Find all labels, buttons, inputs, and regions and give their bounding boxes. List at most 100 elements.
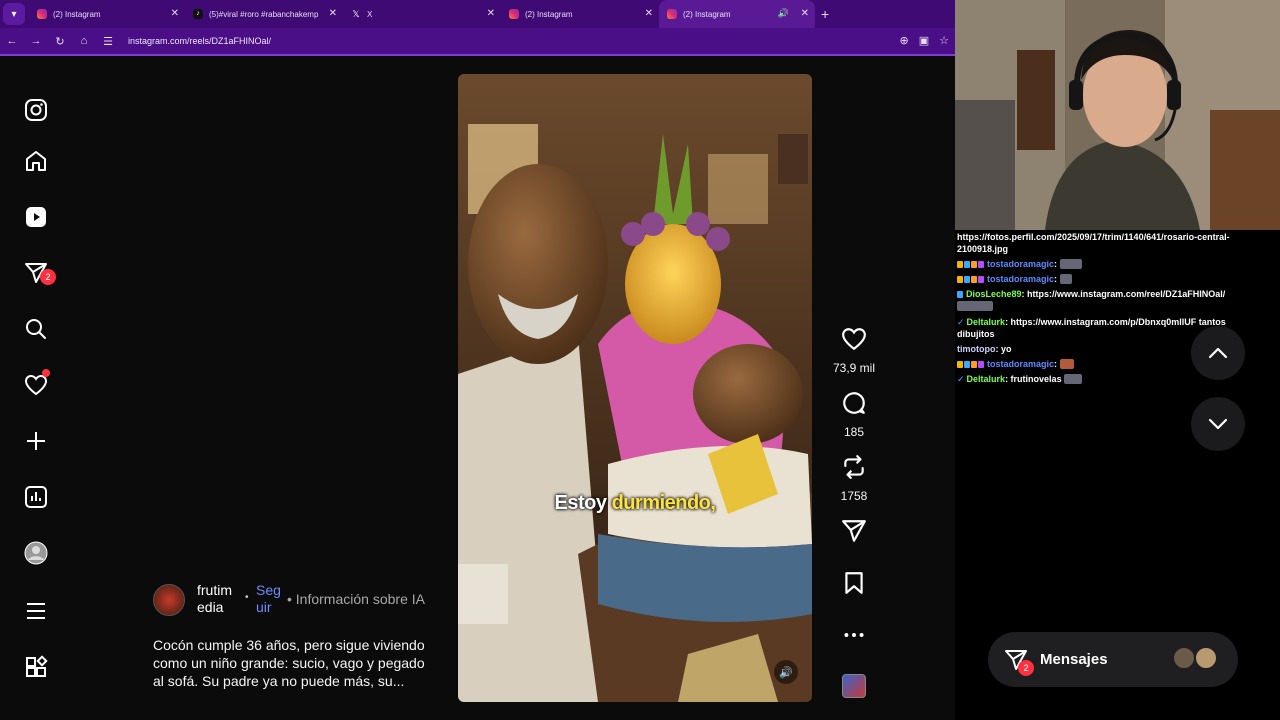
sidebar: 2 [0, 58, 72, 720]
sub-badge-icon [964, 261, 970, 268]
comment-icon[interactable] [841, 390, 867, 416]
repost-icon[interactable] [841, 454, 867, 480]
follow-button[interactable]: Seg uir [256, 582, 282, 616]
tiktok-icon: ♪ [193, 9, 203, 19]
close-icon[interactable]: ✕ [487, 8, 495, 19]
emote-image [1059, 274, 1072, 284]
chat-username[interactable]: timotopo [957, 344, 996, 354]
tab-x[interactable]: 𝕏 X ✕ [343, 0, 501, 28]
chat-username[interactable]: Deltalurk [967, 317, 1006, 327]
chat-username[interactable]: tostadoramagic [987, 359, 1054, 369]
avatar [1172, 646, 1196, 670]
tab-search-button[interactable]: ▾ [3, 3, 25, 25]
bits-badge-icon [971, 276, 977, 283]
more-options-icon[interactable] [826, 622, 882, 653]
install-app-icon[interactable]: ▣ [919, 34, 929, 47]
tab-title: (2) Instagram [53, 9, 101, 19]
like-action: 73,9 mil [826, 326, 882, 375]
home-icon[interactable] [22, 147, 50, 175]
reel-video[interactable]: Estoy durmiendo, 🔊 [458, 74, 812, 702]
author-username-line2: edia [197, 599, 224, 615]
repost-count: 1758 [840, 489, 868, 503]
speaker-icon[interactable]: 🔊 [778, 8, 789, 19]
reload-icon[interactable]: ↻ [48, 35, 72, 48]
close-icon[interactable]: ✕ [329, 8, 337, 19]
more-apps-icon[interactable] [22, 653, 50, 681]
reel-video-frame [458, 74, 812, 702]
prime-badge-icon [978, 261, 984, 268]
bookmark-star-icon[interactable]: ☆ [939, 34, 949, 47]
notifications-heart-icon[interactable] [22, 369, 50, 399]
tab-tiktok[interactable]: ♪ (5)#viral #roro #rabanchakemp ✕ [185, 0, 343, 28]
chat-text: : [1054, 259, 1058, 269]
tab-title: (2) Instagram [683, 9, 731, 19]
forward-arrow-icon[interactable]: → [24, 35, 48, 47]
repost-action: 1758 [826, 454, 882, 503]
tab-title: X [367, 9, 373, 19]
volume-icon[interactable]: 🔊 [774, 660, 798, 684]
chat-username[interactable]: DiosLeche89 [966, 289, 1022, 299]
profile-avatar-icon[interactable] [22, 539, 50, 567]
back-arrow-icon[interactable]: ← [0, 35, 24, 47]
tab-instagram-active[interactable]: (2) Instagram 🔊 ✕ [659, 0, 815, 28]
prime-badge-icon [978, 276, 984, 283]
dashboard-icon[interactable] [22, 483, 50, 511]
tab-instagram-1[interactable]: (2) Instagram ✕ [29, 0, 185, 28]
comment-count: 185 [843, 425, 865, 439]
chat-text: : frutinovelas [1005, 374, 1062, 384]
close-icon[interactable]: ✕ [801, 8, 809, 19]
emote-image [1059, 259, 1082, 269]
reels-icon[interactable] [22, 203, 50, 231]
home-icon[interactable]: ⌂ [72, 35, 96, 47]
ai-info-link[interactable]: • Información sobre IA [287, 591, 425, 607]
url-field[interactable]: instagram.com/reels/DZ1aFHINOal/ [128, 36, 271, 46]
site-info-icon[interactable]: ☰ [96, 35, 120, 48]
avatar [1194, 646, 1218, 670]
bits-badge-icon [971, 361, 977, 368]
previous-reel-button[interactable] [1191, 326, 1245, 380]
chat-message: https://fotos.perfil.com/2025/09/17/trim… [957, 231, 1262, 255]
like-count: 73,9 mil [832, 361, 876, 375]
follow-line1: Seg [256, 582, 281, 598]
close-icon[interactable]: ✕ [171, 8, 179, 19]
instagram-logo-icon[interactable] [22, 96, 50, 124]
next-reel-button[interactable] [1191, 397, 1245, 451]
chat-username[interactable]: Deltalurk [967, 374, 1006, 384]
instagram-icon [509, 9, 519, 19]
address-bar: ← → ↻ ⌂ ☰ instagram.com/reels/DZ1aFHINOa… [0, 28, 955, 56]
search-icon[interactable] [22, 315, 50, 343]
unread-badge: 2 [40, 269, 56, 285]
webcam-feed [955, 0, 1280, 230]
sub-badge-icon [964, 276, 970, 283]
audio-thumbnail[interactable] [842, 674, 866, 698]
messages-badge: 2 [1018, 660, 1034, 676]
chat-username[interactable]: tostadoramagic [987, 259, 1054, 269]
bookmark-icon[interactable] [841, 570, 867, 596]
heart-icon[interactable] [841, 326, 867, 352]
messages-button[interactable]: 2 Mensajes [988, 632, 1238, 687]
reel-description[interactable]: Cocón cumple 36 años, pero sigue viviend… [153, 636, 438, 690]
chevron-down-icon [1208, 418, 1228, 430]
subtitle-yellow: durmiendo, [611, 492, 716, 514]
reel-subtitle: Estoy durmiendo, [458, 492, 812, 515]
bits-badge-icon [971, 261, 977, 268]
author-username[interactable]: frutim edia [197, 582, 239, 616]
save-action [826, 570, 882, 601]
zoom-icon[interactable]: ⊕ [900, 34, 909, 47]
share-icon[interactable] [841, 518, 867, 544]
notification-dot [42, 369, 50, 377]
chat-text: : [1054, 359, 1058, 369]
sub-badge-icon [964, 361, 970, 368]
create-plus-icon[interactable] [22, 427, 50, 455]
new-tab-button[interactable]: + [821, 6, 829, 22]
chat-username[interactable]: tostadoramagic [987, 274, 1054, 284]
author-avatar[interactable] [153, 584, 185, 616]
close-icon[interactable]: ✕ [645, 8, 653, 19]
tab-title: (5)#viral #roro #rabanchakemp [209, 9, 319, 19]
crown-badge-icon [957, 261, 963, 268]
menu-icon[interactable] [22, 597, 50, 625]
instagram-icon [37, 9, 47, 19]
tab-instagram-2[interactable]: (2) Instagram ✕ [501, 0, 659, 28]
direct-messages-icon[interactable]: 2 [22, 259, 56, 287]
crown-badge-icon [957, 361, 963, 368]
